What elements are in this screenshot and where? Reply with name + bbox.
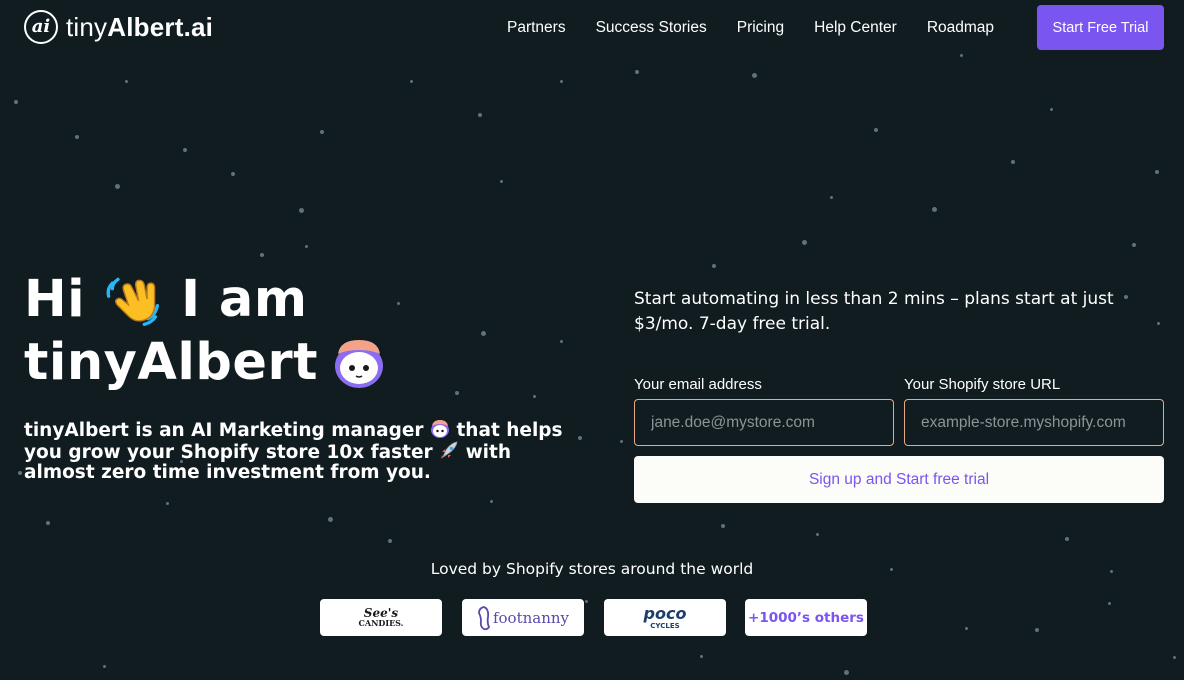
hero-title: Hi I am tinyAlbert <box>24 268 386 394</box>
star-dot <box>260 253 264 257</box>
nav-link-partners[interactable]: Partners <box>507 19 566 37</box>
star-dot <box>965 627 968 630</box>
star-dot <box>328 517 333 522</box>
poco-cycles-logo: poco CYCLES <box>643 603 687 630</box>
star-dot <box>166 502 169 505</box>
star-dot <box>478 113 482 117</box>
star-dot <box>231 172 235 176</box>
star-dot <box>1108 602 1111 605</box>
star-dot <box>299 208 304 213</box>
star-dot <box>578 436 582 440</box>
star-dot <box>585 600 588 603</box>
logo-mark-icon: ai <box>24 10 58 44</box>
star-dot <box>752 73 757 78</box>
nav-link-help-center[interactable]: Help Center <box>814 19 897 37</box>
star-dot <box>802 240 807 245</box>
star-dot <box>1050 108 1053 111</box>
star-dot <box>125 80 128 83</box>
nav-link-pricing[interactable]: Pricing <box>737 19 784 37</box>
star-dot <box>410 80 413 83</box>
star-dot <box>397 302 400 305</box>
hero-subtitle: tinyAlbert is an AI Marketing manager th… <box>24 419 564 483</box>
hero-title-name: tinyAlbert <box>24 333 318 392</box>
star-dot <box>1035 628 1039 632</box>
star-dot <box>712 264 716 268</box>
waving-hand-icon <box>106 277 160 326</box>
hero-subtitle-part1: tinyAlbert is an AI Marketing manager <box>24 420 424 441</box>
star-dot <box>560 340 563 343</box>
star-dot <box>721 524 725 528</box>
star-dot <box>1173 656 1176 659</box>
rocket-icon <box>441 441 458 459</box>
logo-text: tinyAlbert.ai <box>66 12 213 43</box>
signup-button[interactable]: Sign up and Start free trial <box>634 456 1164 503</box>
brand-logo-sees-candies: See's CANDIES. <box>320 599 442 636</box>
store-url-input[interactable] <box>904 399 1164 446</box>
star-dot <box>1011 160 1015 164</box>
foot-icon <box>478 605 491 630</box>
robot-face-icon <box>431 420 449 438</box>
top-navigation: ai tinyAlbert.ai Partners Success Storie… <box>0 0 1184 56</box>
hero-title-hi: Hi <box>24 270 86 329</box>
logo[interactable]: ai tinyAlbert.ai <box>24 10 213 44</box>
star-dot <box>388 539 392 543</box>
cycles-text: CYCLES <box>650 621 680 630</box>
brand-more-others: +1000’s others <box>745 599 867 636</box>
star-dot <box>455 391 459 395</box>
store-url-label: Your Shopify store URL <box>904 376 1061 393</box>
star-dot <box>490 500 493 503</box>
star-dot <box>1065 537 1069 541</box>
star-dot <box>75 135 79 139</box>
brand-logo-poco-cycles: poco CYCLES <box>604 599 726 636</box>
footnanny-text: footnanny <box>492 608 570 627</box>
star-dot <box>620 440 623 443</box>
form-intro-text: Start automating in less than 2 mins – p… <box>634 289 1114 334</box>
star-dot <box>46 521 50 525</box>
main-nav: Partners Success Stories Pricing Help Ce… <box>507 19 994 37</box>
social-proof-heading: Loved by Shopify stores around the world <box>430 560 754 578</box>
tinyalbert-robot-icon <box>335 339 383 388</box>
start-free-trial-button[interactable]: Start Free Trial <box>1037 5 1164 50</box>
more-others-text: +1000’s others <box>748 609 864 626</box>
star-dot <box>874 128 878 132</box>
hero-title-i-am: I am <box>181 270 308 329</box>
star-dot <box>320 130 324 134</box>
star-dot <box>816 533 819 536</box>
email-input[interactable] <box>634 399 894 446</box>
star-dot <box>500 180 503 183</box>
star-dot <box>115 184 120 189</box>
footnanny-logo: footnanny <box>477 605 569 631</box>
sees-candies-line1: See's <box>363 605 399 620</box>
brand-logo-footnanny: footnanny <box>462 599 584 636</box>
nav-link-success-stories[interactable]: Success Stories <box>596 19 707 37</box>
email-label: Your email address <box>634 376 762 393</box>
star-dot <box>700 655 703 658</box>
sees-candies-line2: CANDIES. <box>358 617 404 628</box>
star-dot <box>1132 243 1136 247</box>
poco-text: poco <box>643 603 687 623</box>
star-dot <box>103 665 106 668</box>
star-dot <box>533 395 536 398</box>
star-dot <box>830 196 833 199</box>
star-dot <box>1155 170 1159 174</box>
star-dot <box>14 100 18 104</box>
star-dot <box>932 207 937 212</box>
logo-text-bold: Albert.ai <box>107 11 214 42</box>
star-dot <box>305 245 308 248</box>
star-dot <box>844 670 849 675</box>
star-dot <box>560 80 563 83</box>
star-dot <box>18 471 22 475</box>
nav-link-roadmap[interactable]: Roadmap <box>927 19 994 37</box>
logo-text-light: tiny <box>66 11 108 42</box>
sees-candies-logo: See's CANDIES. <box>358 605 404 628</box>
star-dot <box>635 70 639 74</box>
star-dot <box>481 331 486 336</box>
star-dot <box>183 148 187 152</box>
